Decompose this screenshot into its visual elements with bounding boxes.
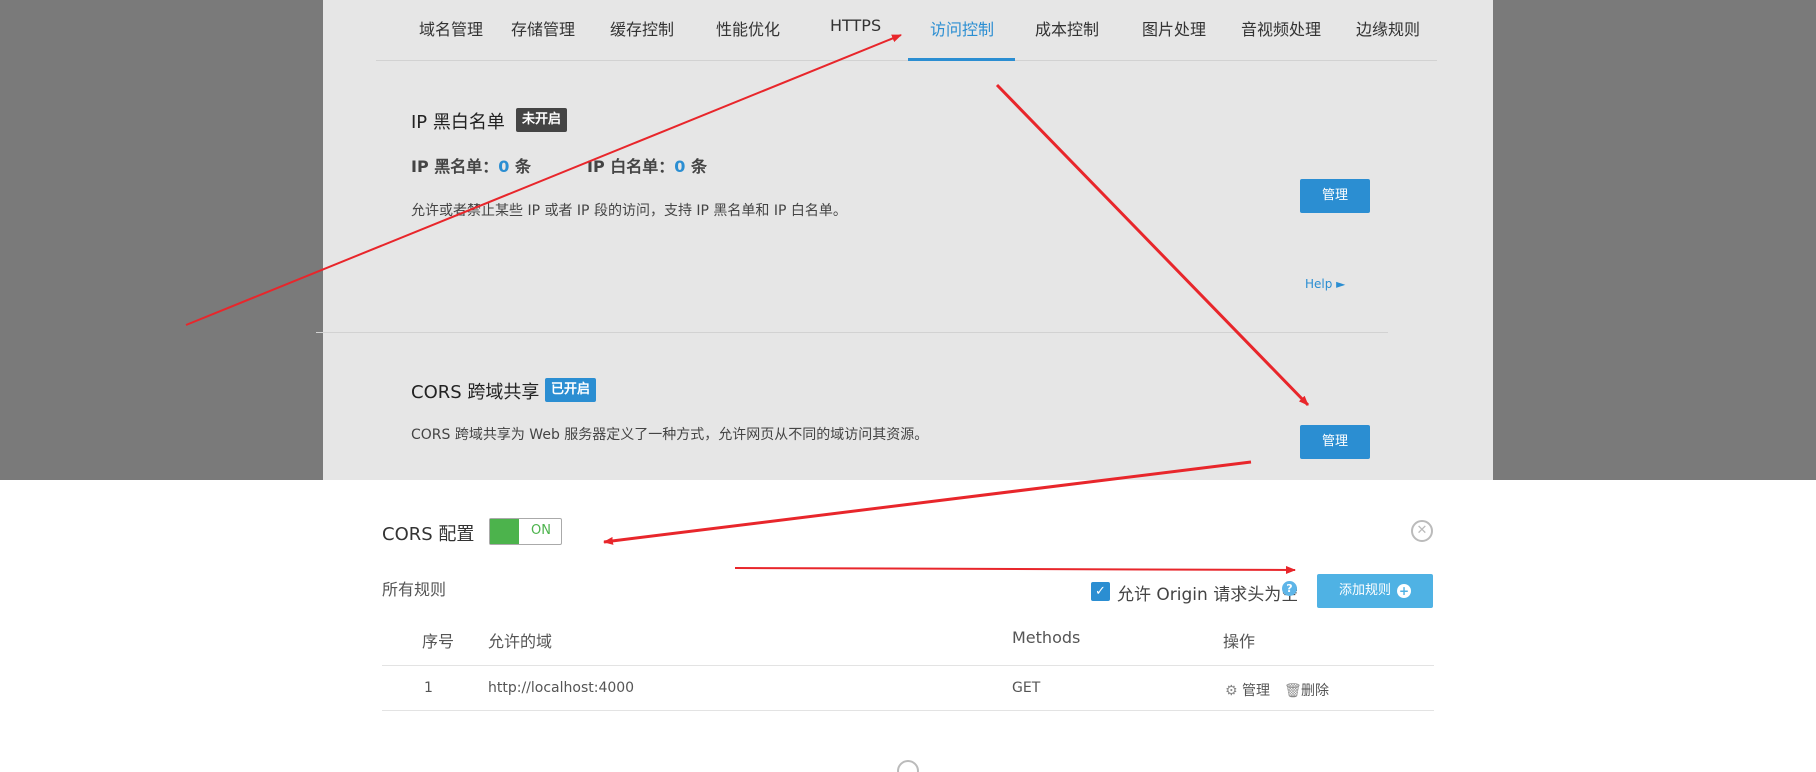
tab-domain-management[interactable]: 域名管理	[419, 16, 483, 61]
add-rule-button[interactable]: 添加规则 +	[1317, 574, 1433, 608]
allow-empty-origin-checkbox[interactable]: ✓	[1091, 582, 1110, 601]
row-domain: http://localhost:4000	[488, 680, 635, 696]
toggle-knob	[490, 519, 519, 544]
ip-list-status-badge: 未开启	[516, 108, 568, 132]
row-delete-label: 删除	[1301, 683, 1329, 699]
column-header-index: 序号	[422, 632, 455, 651]
question-icon[interactable]: ?	[1282, 581, 1297, 596]
row-methods: GET	[1012, 680, 1041, 696]
tab-performance[interactable]: 性能优化	[716, 16, 780, 61]
arrow-to-add-rule-button	[734, 565, 1296, 574]
column-header-actions: 操作	[1223, 632, 1256, 651]
ip-whitelist-unit: 条	[690, 157, 707, 176]
collapse-icon[interactable]	[897, 760, 919, 772]
gear-icon: ⚙	[1225, 683, 1238, 699]
cors-share-description: CORS 跨域共享为 Web 服务器定义了一种方式，允许网页从不同的域访问其资源…	[411, 427, 929, 443]
card-divider	[316, 332, 1388, 333]
column-header-domain: 允许的域	[488, 632, 553, 651]
ip-list-help-link[interactable]: Help ►	[1305, 277, 1345, 291]
table-row-divider	[382, 710, 1434, 711]
cors-share-status-badge: 已开启	[545, 378, 597, 402]
table-header-divider	[382, 665, 1434, 666]
ip-whitelist-count: 0	[674, 157, 686, 176]
row-index: 1	[424, 680, 433, 696]
ip-blacklist-label: IP 黑名单：	[411, 157, 499, 176]
row-delete-link[interactable]: 🗑删除	[1284, 680, 1329, 700]
tab-https[interactable]: HTTPS	[830, 16, 881, 61]
tab-cache-control[interactable]: 缓存控制	[610, 16, 674, 61]
add-rule-label: 添加规则	[1338, 583, 1391, 598]
trash-icon: 🗑	[1284, 683, 1302, 699]
ip-list-title: IP 黑白名单	[411, 112, 505, 133]
tab-access-control[interactable]: 访问控制	[908, 16, 1015, 61]
cors-config-title: CORS 配置	[382, 524, 475, 545]
ip-blacklist-stat: IP 黑名单：0 条	[411, 153, 531, 177]
row-manage-link[interactable]: ⚙ 管理	[1225, 680, 1270, 700]
ip-blacklist-unit: 条	[514, 157, 531, 176]
tab-cost-control[interactable]: 成本控制	[1035, 16, 1099, 61]
settings-tab-bar: 域名管理 存储管理 缓存控制 性能优化 HTTPS 访问控制 成本控制 图片处理…	[376, 0, 1437, 61]
row-manage-label: 管理	[1242, 683, 1270, 699]
ip-blacklist-count: 0	[498, 157, 510, 176]
tab-media-processing[interactable]: 音视频处理	[1241, 16, 1321, 61]
all-rules-label: 所有规则	[382, 580, 447, 599]
cors-share-title: CORS 跨域共享	[411, 382, 540, 403]
cors-enable-toggle[interactable]: ON	[489, 518, 562, 545]
ip-whitelist-label: IP 白名单：	[587, 157, 675, 176]
plus-circle-icon: +	[1397, 584, 1411, 598]
ip-list-description: 允许或者禁止某些 IP 或者 IP 段的访问，支持 IP 黑名单和 IP 白名单…	[411, 203, 847, 219]
ip-list-manage-button[interactable]: 管理	[1300, 179, 1370, 213]
close-icon[interactable]: ✕	[1411, 520, 1433, 542]
tab-edge-rules[interactable]: 边缘规则	[1356, 16, 1420, 61]
domain-settings-panel: 域名管理 存储管理 缓存控制 性能优化 HTTPS 访问控制 成本控制 图片处理…	[316, 0, 1493, 480]
tab-storage-management[interactable]: 存储管理	[511, 16, 575, 61]
toggle-state-label: ON	[531, 523, 551, 538]
cors-share-manage-button[interactable]: 管理	[1300, 425, 1370, 459]
tab-image-processing[interactable]: 图片处理	[1142, 16, 1206, 61]
ip-whitelist-stat: IP 白名单：0 条	[587, 153, 707, 177]
page-background-dimmed: 域名管理 存储管理 缓存控制 性能优化 HTTPS 访问控制 成本控制 图片处理…	[0, 0, 1816, 480]
column-header-methods: Methods	[1012, 628, 1081, 647]
allow-empty-origin-label[interactable]: 允许 Origin 请求头为空	[1117, 580, 1298, 605]
